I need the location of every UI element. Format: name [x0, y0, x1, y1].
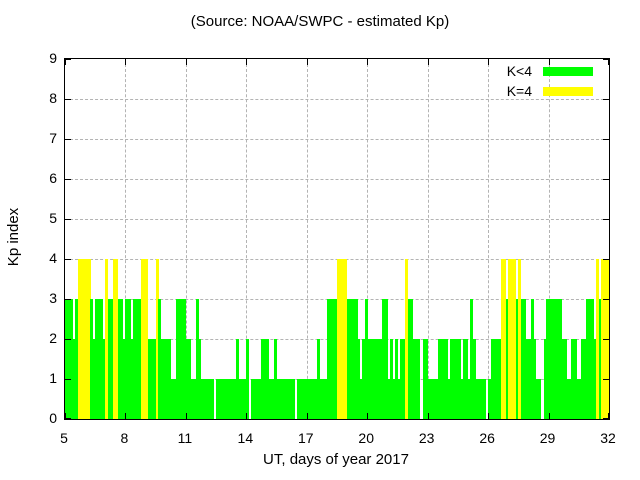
y-tick-label: 2 — [20, 330, 57, 346]
plot-area: K<4K=4 — [64, 58, 610, 420]
axis-tick — [307, 59, 308, 65]
axis-tick — [603, 219, 609, 220]
y-tick-label: 7 — [20, 130, 57, 146]
y-tick-label: 3 — [20, 290, 57, 306]
axis-tick — [65, 99, 71, 100]
x-tick-label: 29 — [526, 430, 570, 446]
chart-title: (Source: NOAA/SWPC - estimated Kp) — [0, 13, 640, 30]
axis-tick — [125, 59, 126, 65]
axis-tick — [603, 139, 609, 140]
axis-tick — [603, 259, 609, 260]
axis-tick — [603, 59, 609, 60]
axis-tick — [603, 418, 609, 419]
legend-label: K<4 — [507, 63, 532, 79]
x-tick-label: 26 — [465, 430, 509, 446]
legend-swatch — [543, 67, 593, 76]
axis-tick — [65, 339, 71, 340]
axis-tick — [367, 413, 368, 419]
axis-tick — [65, 139, 71, 140]
y-tick-label: 0 — [20, 410, 57, 426]
x-axis-label: UT, days of year 2017 — [64, 451, 608, 468]
axis-tick — [603, 339, 609, 340]
y-tick-label: 5 — [20, 210, 57, 226]
legend-row: K<4 — [507, 62, 593, 80]
x-tick-label: 32 — [586, 430, 630, 446]
x-tick-label: 11 — [163, 430, 207, 446]
axis-tick — [65, 418, 71, 419]
x-tick-label: 8 — [102, 430, 146, 446]
axis-tick — [246, 413, 247, 419]
axis-tick — [428, 413, 429, 419]
y-tick-label: 1 — [20, 370, 57, 386]
y-tick-label: 9 — [20, 50, 57, 66]
axis-tick — [307, 413, 308, 419]
axis-tick — [65, 299, 71, 300]
tick-marks-layer — [65, 59, 609, 419]
axis-tick — [549, 413, 550, 419]
axis-tick — [428, 59, 429, 65]
legend-swatch — [543, 87, 593, 96]
x-tick-label: 17 — [284, 430, 328, 446]
legend-label: K=4 — [507, 83, 532, 99]
axis-tick — [186, 59, 187, 65]
axis-tick — [603, 179, 609, 180]
axis-tick — [65, 59, 71, 60]
kp-index-chart: (Source: NOAA/SWPC - estimated Kp) Kp in… — [0, 0, 640, 480]
axis-tick — [603, 299, 609, 300]
x-tick-label: 23 — [405, 430, 449, 446]
x-tick-label: 5 — [42, 430, 86, 446]
y-tick-label: 6 — [20, 170, 57, 186]
axis-tick — [367, 59, 368, 65]
axis-tick — [65, 259, 71, 260]
axis-tick — [125, 413, 126, 419]
axis-tick — [65, 179, 71, 180]
axis-tick — [488, 59, 489, 65]
y-tick-label: 4 — [20, 250, 57, 266]
axis-tick — [65, 379, 71, 380]
legend: K<4K=4 — [507, 62, 593, 100]
legend-row: K=4 — [507, 82, 593, 100]
axis-tick — [246, 59, 247, 65]
x-tick-label: 20 — [344, 430, 388, 446]
y-tick-label: 8 — [20, 90, 57, 106]
axis-tick — [65, 219, 71, 220]
axis-tick — [603, 99, 609, 100]
axis-tick — [603, 379, 609, 380]
x-tick-label: 14 — [223, 430, 267, 446]
axis-tick — [488, 413, 489, 419]
axis-tick — [186, 413, 187, 419]
